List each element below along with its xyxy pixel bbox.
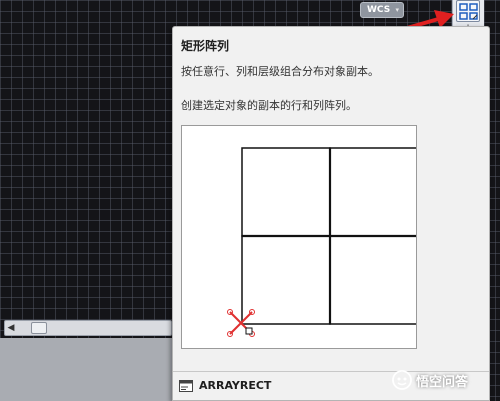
watermark-text: 悟空问答 [416, 374, 469, 390]
rectangular-array-illustration [227, 147, 419, 337]
rectangular-array-icon [459, 3, 478, 20]
tooltip-footer: ARRAYRECT [179, 379, 271, 392]
watermark: 悟空问答 [392, 370, 468, 390]
base-point-icon [227, 309, 255, 337]
scroll-thumb[interactable] [31, 322, 47, 334]
tooltip-description: 按任意行、列和层级组合分布对象副本。 [181, 65, 379, 78]
scroll-left-icon[interactable]: ◀ [6, 322, 16, 334]
command-line-icon [179, 379, 193, 392]
tooltip-title: 矩形阵列 [181, 39, 230, 53]
horizontal-scrollbar[interactable]: ◀ [4, 320, 172, 336]
status-area [0, 338, 172, 401]
command-tooltip: 矩形阵列 按任意行、列和层级组合分布对象副本。 创建选定对象的副本的行和列阵列。 [172, 26, 490, 401]
wukong-logo-icon [392, 370, 412, 390]
tooltip-detail: 创建选定对象的副本的行和列阵列。 [181, 99, 357, 112]
command-name: ARRAYRECT [199, 379, 272, 392]
array-preview-image [181, 125, 419, 349]
